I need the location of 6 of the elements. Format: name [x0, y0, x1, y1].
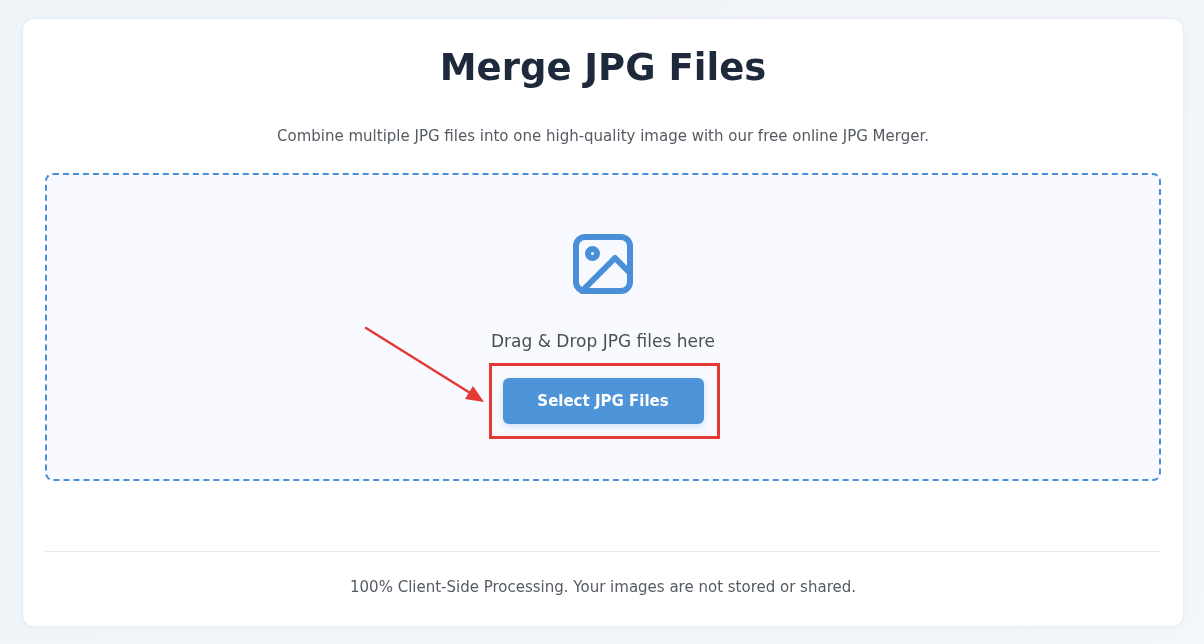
image-icon — [573, 234, 633, 294]
footer-note: 100% Client-Side Processing. Your images are not stored or shared. — [349, 577, 857, 598]
drop-zone[interactable]: Drag & Drop JPG files here Select JPG Files — [45, 173, 1161, 481]
subtitle-text: Combine multiple JPG files into one high-quality image with our free online JPG Merger. — [276, 126, 930, 147]
drop-prompt: Drag & Drop JPG files here — [491, 330, 715, 353]
page-title: Merge JPG Files — [438, 45, 768, 91]
